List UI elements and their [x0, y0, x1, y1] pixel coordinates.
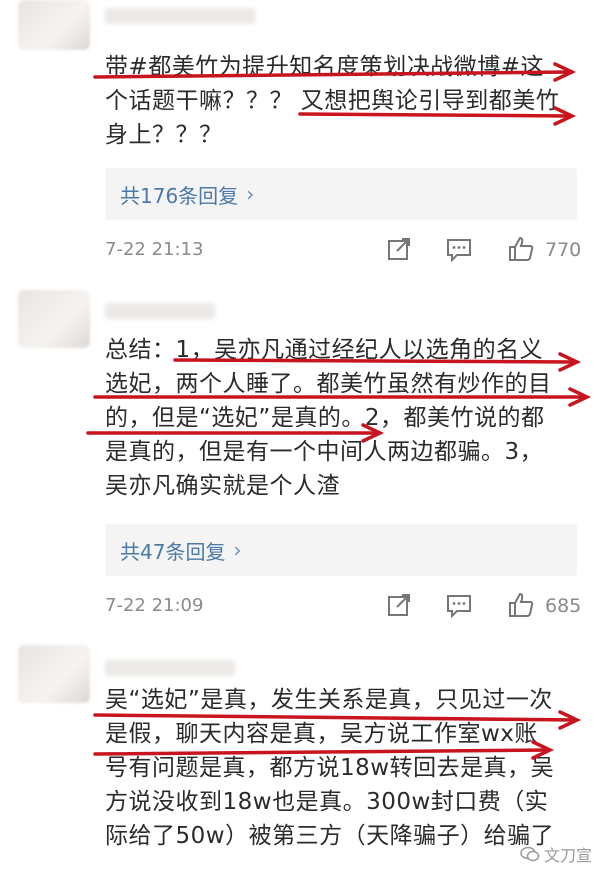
like-icon[interactable]	[507, 591, 535, 619]
replies-link[interactable]: 共47条回复 ›	[105, 524, 577, 576]
comment-line: 吴亦凡确实就是个人渣	[105, 473, 340, 499]
chevron-right-icon: ›	[233, 538, 242, 562]
share-icon[interactable]	[385, 591, 413, 619]
comment-meta: 7-22 21:09 685	[105, 591, 585, 621]
like-count: 770	[545, 239, 582, 261]
comment-line: 总结：1，吴亦凡通过经纪人以选角的名义	[105, 337, 544, 363]
avatar[interactable]	[18, 0, 90, 50]
comment-meta: 7-22 21:13 770	[105, 235, 585, 265]
avatar[interactable]	[18, 290, 90, 348]
username[interactable]	[105, 660, 235, 676]
wechat-icon	[520, 846, 540, 862]
comment-icon[interactable]	[445, 235, 473, 263]
username[interactable]	[105, 303, 215, 319]
watermark-text: 文刀宣	[543, 846, 592, 865]
comment-line: 的，但是“选妃”是真的。2，都美竹说的都	[105, 405, 545, 431]
comment-line: 个话题干嘛？？？ 又想把舆论引导到都美竹	[105, 88, 560, 114]
comment-text: 吴“选妃”是真，发生关系是真，只见过一次 是假，聊天内容是真，吴方说工作室wx账…	[105, 683, 585, 853]
username[interactable]	[105, 8, 255, 24]
timestamp: 7-22 21:13	[105, 239, 204, 260]
comment-line: 号有问题是真，都方说18w转回去是真，吴	[105, 755, 555, 781]
comment-line: 带#都美竹为提升知名度策划决战微博#这	[105, 54, 545, 80]
like-icon[interactable]	[507, 235, 535, 263]
avatar[interactable]	[18, 645, 90, 703]
comment-text: 总结：1，吴亦凡通过经纪人以选角的名义 选妃，两个人睡了。都美竹虽然有炒作的目 …	[105, 333, 585, 503]
comment-line: 际给了50w）被第三方（天降骗子）给骗了	[105, 823, 555, 849]
watermark: 文刀宣	[520, 842, 592, 866]
chevron-right-icon: ›	[246, 182, 255, 206]
like-count: 685	[545, 595, 582, 617]
comment-line: 身上？？？	[105, 122, 223, 148]
replies-link[interactable]: 共176条回复 ›	[105, 168, 577, 220]
replies-label: 共47条回复	[120, 539, 226, 564]
comment-icon[interactable]	[445, 591, 473, 619]
comment-line: 是假，聊天内容是真，吴方说工作室wx账	[105, 721, 538, 747]
share-icon[interactable]	[385, 235, 413, 263]
comment-line: 方说没收到18w也是真。300w封口费（实	[105, 789, 549, 815]
timestamp: 7-22 21:09	[105, 595, 204, 616]
comment-line: 是真的，但是有一个中间人两边都骗。3，	[105, 439, 544, 465]
replies-label: 共176条回复	[120, 183, 239, 208]
comment-line: 选妃，两个人睡了。都美竹虽然有炒作的目	[105, 371, 552, 397]
comment-line: 吴“选妃”是真，发生关系是真，只见过一次	[105, 687, 553, 713]
comment-text: 带#都美竹为提升知名度策划决战微博#这 个话题干嘛？？？ 又想把舆论引导到都美竹…	[105, 50, 585, 152]
